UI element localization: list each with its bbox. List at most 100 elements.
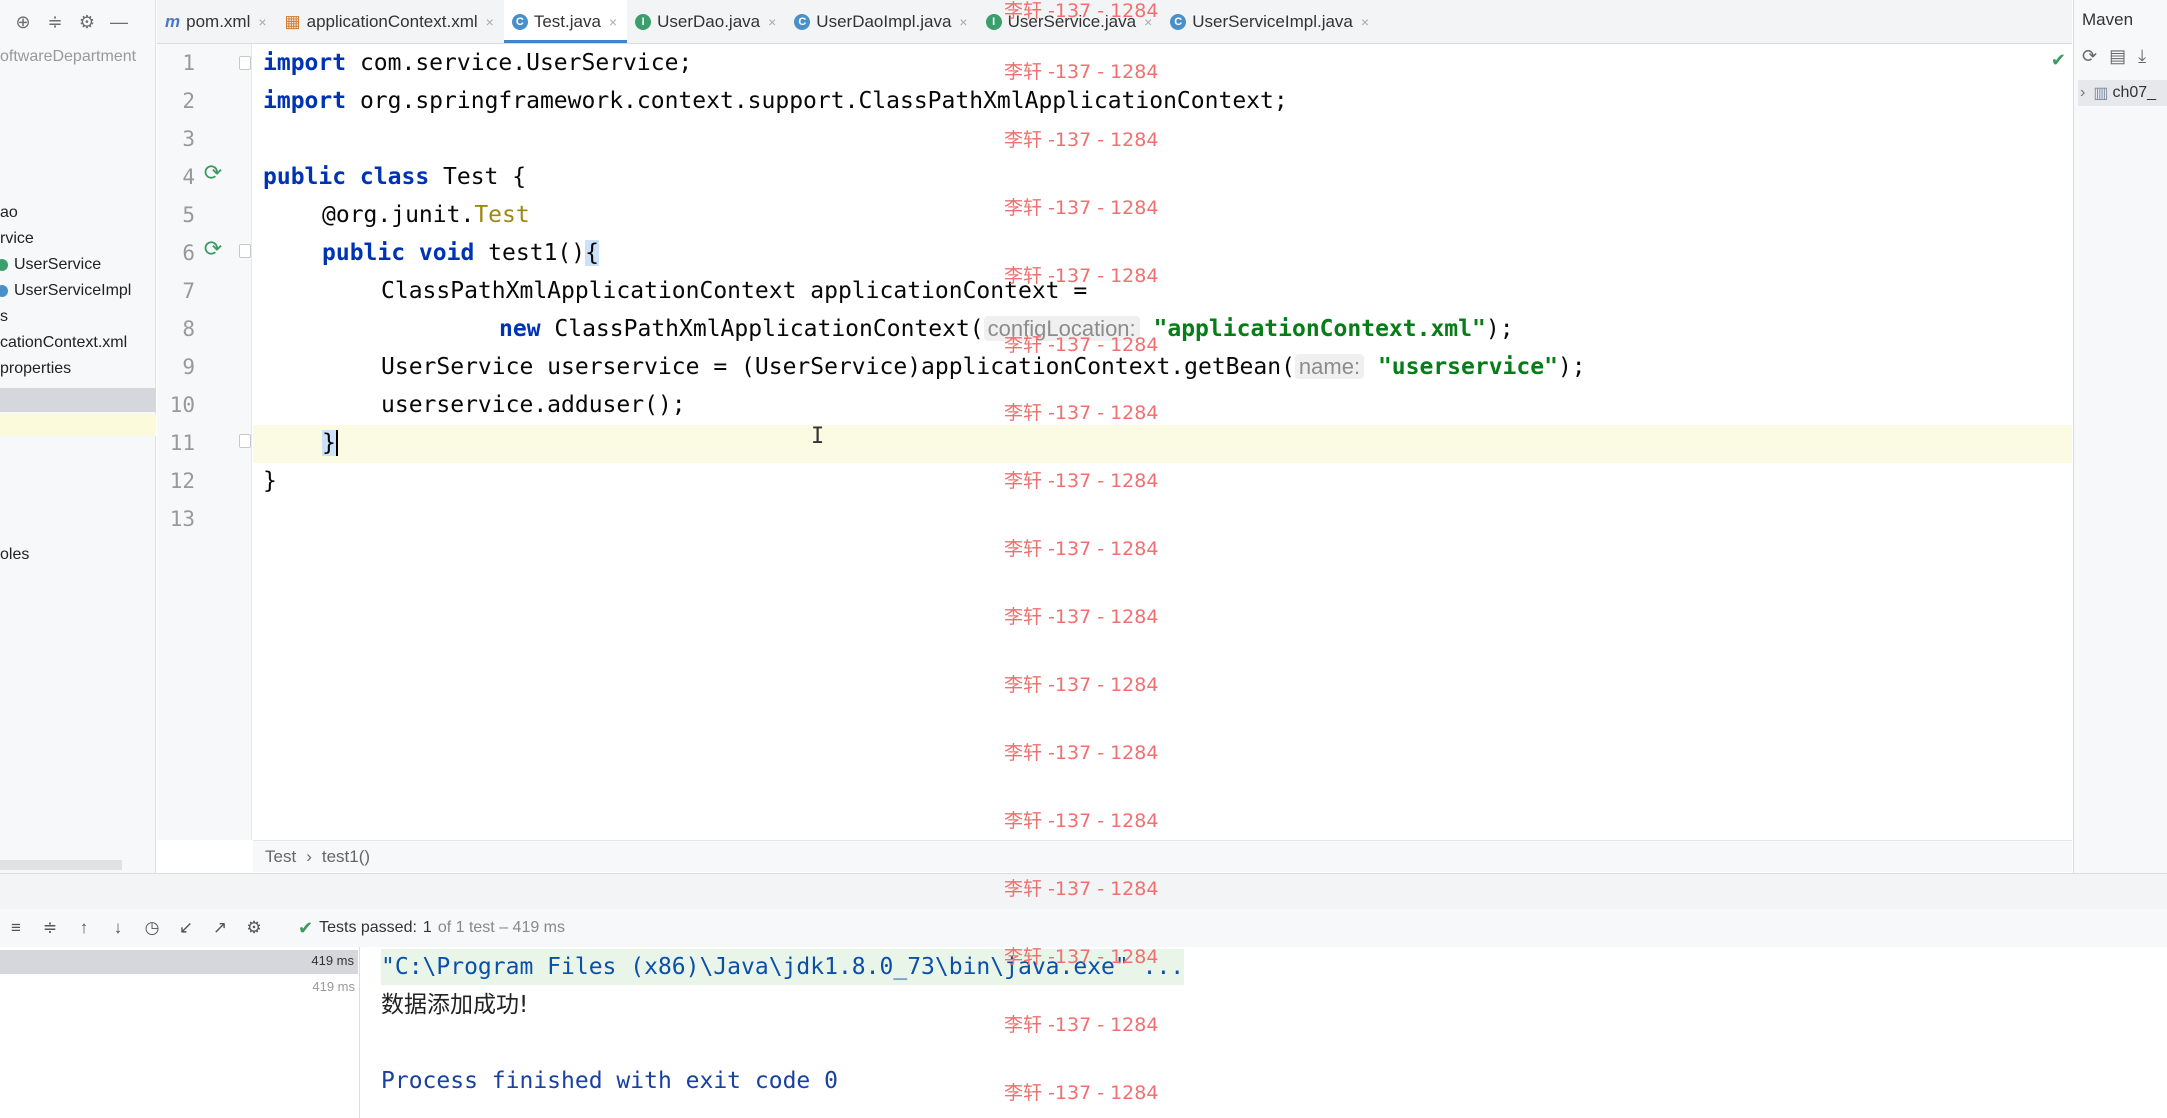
project-scrollbar[interactable] — [0, 860, 122, 870]
editor-gutter: 1 2 3 4 5 6 7 8 9 10 11 12 13 ⟳ ⟳ — [157, 44, 252, 840]
code-text: ClassPathXmlApplicationContext( — [540, 316, 984, 342]
fold-icon[interactable] — [239, 244, 251, 258]
code-line-9: UserService userservice = (UserService)a… — [381, 348, 1586, 386]
keyword: import — [263, 50, 347, 76]
tab-test-java[interactable]: C Test.java × — [503, 0, 628, 43]
fold-icon[interactable] — [239, 434, 251, 448]
code-text: Test { — [429, 164, 527, 190]
line-number: 5 — [182, 203, 195, 227]
gear-icon[interactable]: ⚙ — [76, 11, 98, 33]
breadcrumb-class[interactable]: Test — [265, 847, 296, 867]
java-interface-icon: I — [985, 13, 1002, 30]
close-icon[interactable]: × — [1361, 14, 1369, 30]
tab-label: UserDaoImpl.java — [816, 11, 952, 31]
project-toolbar: ⊕ ≑ ⚙ — — [0, 0, 156, 44]
class-icon — [0, 285, 8, 297]
code-line-1: import com.service.UserService; — [263, 44, 692, 82]
tree-item-department[interactable]: oftwareDepartment — [0, 44, 156, 70]
code-line-11: } — [322, 424, 338, 462]
code-line-6: public void test1(){ — [322, 234, 599, 272]
download-icon[interactable]: ⤓ — [2138, 46, 2146, 67]
string-literal: "applicationContext.xml" — [1153, 316, 1486, 342]
watermark-text: 李轩 -137 - 1284 — [1004, 0, 1159, 22]
line-number: 8 — [182, 317, 195, 341]
line-number: 12 — [169, 469, 195, 493]
tree-item-userserviceimpl[interactable]: UserServiceImpl — [0, 278, 156, 304]
refresh-icon[interactable]: ⟳ — [2082, 46, 2097, 67]
history-icon[interactable]: ◷ — [142, 917, 162, 939]
code-line-5: @org.junit.Test — [322, 196, 530, 234]
arrow-down-icon[interactable]: ↓ — [108, 917, 128, 939]
maven-item-label: ch07_ — [2112, 84, 2157, 101]
inspection-ok-icon[interactable]: ✔ — [2051, 50, 2066, 71]
tree-item-consoles[interactable]: oles — [0, 542, 156, 568]
tests-status-detail: of 1 test – 419 ms — [437, 919, 566, 936]
line-number: 10 — [169, 393, 195, 417]
close-icon[interactable]: × — [609, 14, 617, 30]
watermark-text: 李轩 -137 - 1284 — [1004, 810, 1159, 832]
gear-icon[interactable]: ⚙ — [244, 917, 264, 939]
run-test-icon[interactable]: ⟳ — [201, 237, 225, 261]
tree-item-label: properties — [0, 360, 72, 377]
tree-highlight — [0, 414, 156, 436]
run-class-icon[interactable]: ⟳ — [201, 161, 225, 185]
hide-icon[interactable]: — — [108, 11, 130, 33]
expand-all-icon[interactable]: ≡ — [6, 917, 26, 939]
code-line-7: ClassPathXmlApplicationContext applicati… — [381, 278, 1088, 304]
tab-userserviceimpl-java[interactable]: C UserServiceImpl.java × — [1162, 0, 1379, 43]
tree-item-dao[interactable]: ao — [0, 200, 156, 226]
console-output: 数据添加成功! — [381, 992, 529, 1018]
maven-project-item[interactable]: › ▥ ch07_ — [2078, 80, 2167, 106]
line-number: 2 — [182, 89, 195, 113]
close-icon[interactable]: × — [258, 14, 266, 30]
code-editor[interactable]: ✔ import com.service.UserService; import… — [253, 44, 2072, 840]
matched-brace: { — [585, 240, 599, 266]
line-number: 13 — [169, 507, 195, 531]
code-text: UserService userservice = (UserService)a… — [381, 354, 1295, 380]
line-number: 1 — [182, 51, 195, 75]
run-console[interactable]: "C:\Program Files (x86)\Java\jdk1.8.0_73… — [361, 947, 2167, 1118]
watermark-text: 李轩 -137 - 1284 — [1004, 538, 1159, 560]
watermark-text: 李轩 -137 - 1284 — [1004, 470, 1159, 492]
tree-selection — [0, 388, 156, 412]
code-text: com.service.UserService; — [346, 50, 693, 76]
tree-item-resources[interactable]: s — [0, 304, 156, 330]
arrow-up-icon[interactable]: ↑ — [74, 917, 94, 939]
locate-icon[interactable]: ⊕ — [12, 11, 34, 33]
close-icon[interactable]: × — [959, 14, 967, 30]
fold-icon[interactable] — [239, 56, 251, 70]
tab-userdao-java[interactable]: I UserDao.java × — [627, 0, 786, 43]
annotation: Test — [474, 202, 530, 228]
caret-brace: } — [322, 430, 338, 456]
watermark-text: 李轩 -137 - 1284 — [1004, 1014, 1159, 1036]
test-results-tree: 419 ms 419 ms — [0, 947, 360, 1118]
breadcrumb-method[interactable]: test1() — [322, 847, 370, 867]
tab-userdaoimpl-java[interactable]: C UserDaoImpl.java × — [786, 0, 977, 43]
tree-item-userservice[interactable]: UserService — [0, 252, 156, 278]
close-icon[interactable]: × — [486, 14, 494, 30]
close-icon[interactable]: × — [768, 14, 776, 30]
tree-item-label: oles — [0, 546, 30, 563]
collapse-all-icon[interactable]: ≑ — [44, 11, 66, 33]
tab-label: Test.java — [533, 11, 601, 31]
maven-module-icon: ▥ — [2093, 85, 2109, 102]
tree-item-label: cationContext.xml — [0, 334, 128, 351]
tree-item-label: rvice — [0, 230, 34, 247]
tab-pom-xml[interactable]: m pom.xml × — [157, 0, 277, 43]
export-tests-icon[interactable]: ↗ — [210, 917, 230, 939]
test-result-row[interactable]: 419 ms — [0, 950, 358, 974]
chevron-right-icon: › — [306, 846, 312, 866]
tree-item-appcontext-xml[interactable]: cationContext.xml — [0, 330, 156, 356]
tree-item-properties[interactable]: properties — [0, 356, 156, 382]
import-tests-icon[interactable]: ↙ — [176, 917, 196, 939]
collapse-all-icon[interactable]: ≑ — [40, 917, 60, 939]
maven-title[interactable]: Maven — [2082, 10, 2133, 30]
keyword: import — [263, 88, 347, 114]
tree-item-service[interactable]: rvice — [0, 226, 156, 252]
code-line-2: import org.springframework.context.suppo… — [263, 82, 1288, 120]
tab-applicationcontext-xml[interactable]: ▦ applicationContext.xml × — [277, 0, 504, 43]
code-text: test1() — [474, 240, 586, 266]
string-literal: "userservice" — [1377, 354, 1558, 380]
add-project-icon[interactable]: ▤ — [2109, 46, 2126, 67]
line-number: 3 — [182, 127, 195, 151]
